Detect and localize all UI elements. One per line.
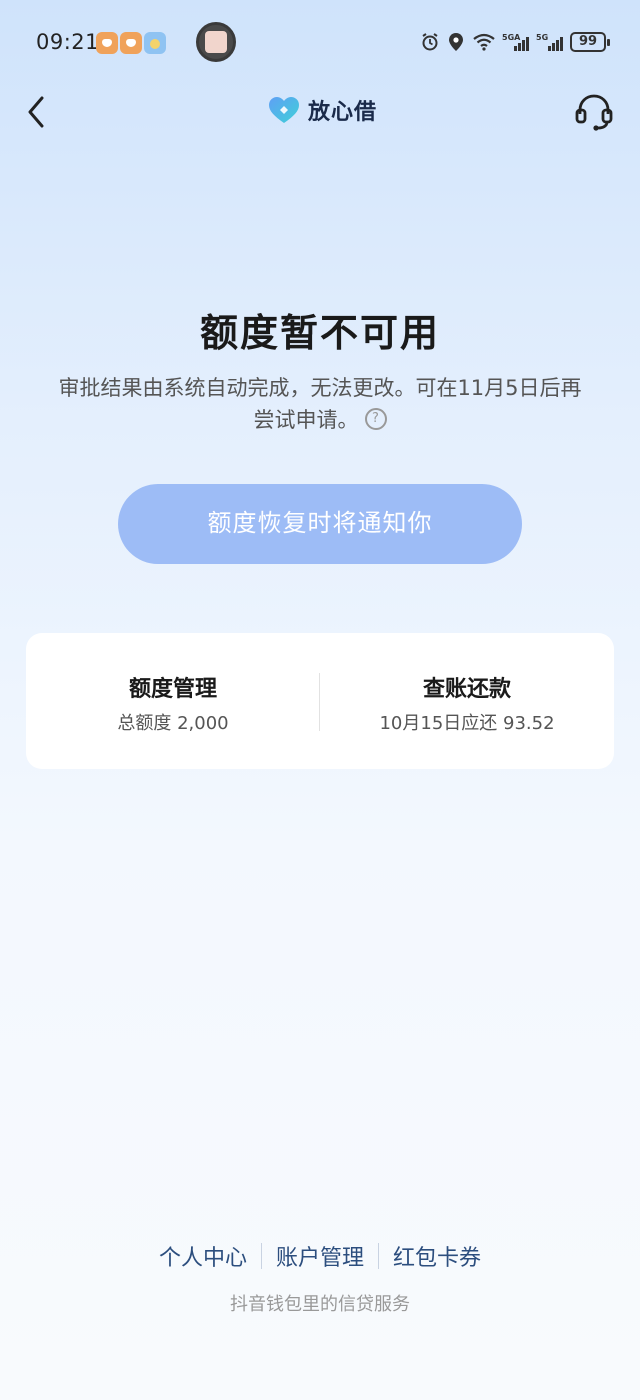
help-icon[interactable]: ? [364,408,387,430]
floating-avatar[interactable] [196,22,236,62]
weather-icon [144,32,166,54]
footer-link-account-management[interactable]: 账户管理 [262,1240,378,1272]
top-nav: 放心借 [0,88,640,136]
wifi-icon [473,33,495,51]
signal-5g-icon: 5G [536,33,563,51]
app-notification-icon [120,32,142,54]
status-bar: 09:21 5GA 5G 99 [0,0,640,88]
bill-repayment-title: 查账还款 [422,677,511,702]
credit-management-title: 额度管理 [128,677,217,702]
battery-icon: 99 [570,32,610,52]
brand-logo-icon [269,97,299,123]
page-title: 额度暂不可用 [199,311,440,355]
credit-management-entry[interactable]: 额度管理 总额度 2,000 [26,633,320,769]
brand: 放心借 [268,94,377,126]
back-arrow-icon[interactable] [20,92,56,132]
status-description-text: 审批结果由系统自动完成，无法更改。可在11月5日后再尝试申请。 [58,376,582,432]
brand-name: 放心借 [308,100,378,125]
app-notification-icon [96,32,118,54]
svg-text:5G: 5G [536,33,548,42]
customer-service-headset-icon[interactable] [574,92,614,132]
footer-note: 抖音钱包里的信贷服务 [230,1294,410,1315]
location-icon [449,33,463,51]
bill-repayment-entry[interactable]: 查账还款 10月15日应还 93.52 [320,633,614,769]
account-card: 额度管理 总额度 2,000 查账还款 10月15日应还 93.52 [26,633,614,769]
system-icons: 5GA 5G 99 [420,32,610,52]
total-credit-amount: 总额度 2,000 [117,713,229,734]
svg-text:5GA: 5GA [502,33,521,42]
status-time: 09:21 [36,30,100,54]
alarm-icon [422,33,438,51]
status-description: 审批结果由系统自动完成，无法更改。可在11月5日后再尝试申请。? [58,372,582,436]
signal-5ga-icon: 5GA [502,33,529,51]
footer-link-personal-center[interactable]: 个人中心 [145,1240,261,1272]
repayment-due: 10月15日应还 93.52 [379,713,555,734]
footer-links: 个人中心 账户管理 红包卡券 [0,1240,640,1272]
notify-when-restored-button[interactable]: 额度恢复时将通知你 [118,484,522,564]
footer-link-coupons[interactable]: 红包卡券 [379,1240,495,1272]
